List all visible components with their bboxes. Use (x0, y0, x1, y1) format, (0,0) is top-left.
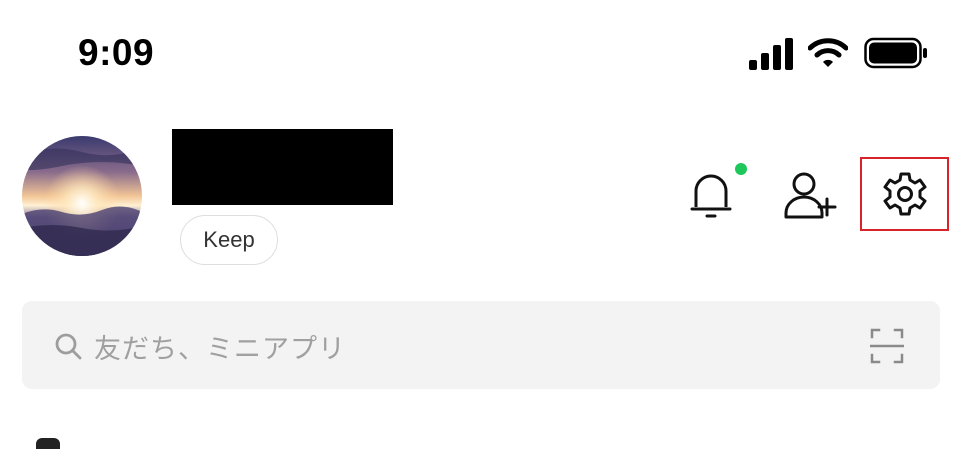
notification-dot (735, 163, 747, 175)
profile-name-redacted (172, 129, 393, 205)
add-friend-button[interactable] (780, 166, 840, 226)
gear-icon (883, 172, 926, 216)
keep-label: Keep (203, 227, 255, 252)
settings-button[interactable] (860, 157, 949, 231)
status-time: 9:09 (78, 32, 155, 73)
notifications-button[interactable] (683, 160, 739, 228)
search-bar[interactable]: 友だち、ミニアプリ (22, 301, 940, 389)
search-input[interactable] (92, 323, 852, 367)
avatar-sunset-photo (22, 136, 142, 256)
keep-button[interactable]: Keep (180, 215, 278, 265)
section-header-peek (36, 438, 60, 449)
bell-icon (690, 174, 732, 218)
cellular-signal-icon (749, 38, 793, 70)
qr-scan-icon[interactable] (870, 328, 904, 364)
search-icon (55, 333, 82, 360)
battery-icon (864, 37, 927, 69)
avatar[interactable] (22, 136, 142, 256)
add-friend-icon (784, 172, 837, 219)
wifi-icon (808, 38, 848, 67)
